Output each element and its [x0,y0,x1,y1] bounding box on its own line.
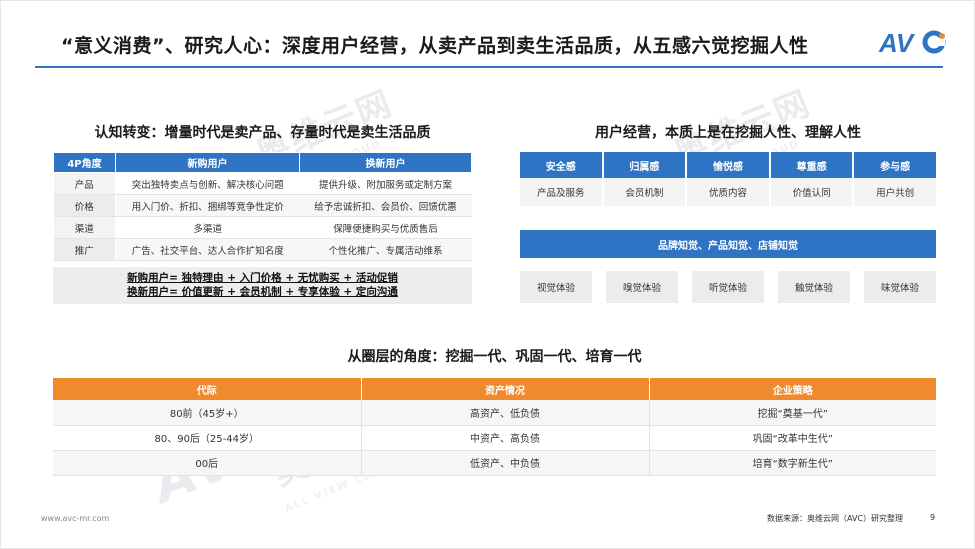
right-section-title: 用户经营，本质上是在挖掘人性、理解人性 [595,125,861,141]
table-cell: 广告、社交平台、达人合作扩知名度 [115,238,300,261]
title-divider [35,66,943,68]
table-header: 企业策略 [649,378,936,400]
bottom-section-title: 从圈层的角度：挖掘一代、巩固一代、培育一代 [347,349,642,365]
table-cell: 突出独特卖点与创新、解决核心问题 [115,172,300,195]
table-cell: 80、90后（25-44岁） [53,425,362,451]
perception-banner: 品牌知觉、产品知觉、店铺知觉 [520,230,936,258]
senses-row: 视觉体验 嗅觉体验 听觉体验 触觉体验 味觉体验 [520,271,936,303]
needs-header: 尊重感 [770,152,855,178]
row-key: 产品 [53,172,116,195]
page-number: 9 [930,513,936,522]
table-row: 00后 低资产、中负债 培育“数字新生代” [53,450,936,476]
table-row: 产品 突出独特卖点与创新、解决核心问题 提供升级、附加服务或定制方案 [53,172,472,195]
table-cell: 给予忠诚折扣、会员价、回馈优惠 [299,194,472,217]
svg-text:AV: AV [878,28,916,57]
table-cell: 培育“数字新生代” [649,450,936,476]
needs-header: 安全感 [520,152,604,178]
table-cell: 用入门价、折扣、捆绑等竞争性定价 [115,194,300,217]
table-cell: 挖掘“奠基一代” [649,400,936,426]
formula-renew-users: 换新用户= 价值更新 + 会员机制 + 专享体验 + 定向沟通 [127,286,398,298]
sense-box: 触觉体验 [778,271,850,303]
row-key: 推广 [53,238,116,261]
table-row: 价格 用入门价、折扣、捆绑等竞争性定价 给予忠诚折扣、会员价、回馈优惠 [53,194,472,217]
table-cell: 保障便捷购买与优质售后 [299,216,472,239]
table-cell: 巩固“改革中生代” [649,425,936,451]
table-cell: 低资产、中负债 [361,450,650,476]
needs-header: 归属感 [603,152,688,178]
needs-value: 价值认同 [770,178,855,206]
table-header: 资产情况 [361,378,650,400]
row-key: 渠道 [53,216,116,239]
table-cell: 提供升级、附加服务或定制方案 [299,172,472,195]
table-header: 4P角度 [53,152,116,173]
needs-value: 会员机制 [603,178,688,206]
formula-new-users: 新购用户= 独特理由 + 入门价格 + 无忧购买 + 活动促销 [127,272,398,284]
table-header: 代际 [53,378,362,400]
avc-logo-icon: AV [877,27,947,57]
table-header: 新购用户 [114,152,301,173]
needs-header: 愉悦感 [687,152,771,178]
table-cell: 80前（45岁+） [53,400,362,426]
footer-source: 数据来源：奥维云网（AVC）研究整理 [767,514,904,523]
needs-value: 用户共创 [854,178,936,206]
table-cell: 00后 [53,450,362,476]
table-header: 换新用户 [299,152,472,173]
row-key: 价格 [53,194,116,217]
table-row: 80前（45岁+） 高资产、低负债 挖掘“奠基一代” [53,400,936,426]
sense-box: 视觉体验 [520,271,592,303]
4p-comparison-table: 4P角度 新购用户 换新用户 产品 突出独特卖点与创新、解决核心问题 提供升级、… [53,152,472,261]
table-row: 渠道 多渠道 保障便捷购买与优质售后 [53,216,472,239]
formula-summary: 新购用户= 独特理由 + 入门价格 + 无忧购买 + 活动促销 换新用户= 价值… [53,267,472,304]
table-cell: 中资产、高负债 [361,425,650,451]
needs-value: 优质内容 [687,178,771,206]
left-section-title: 认知转变：增量时代是卖产品、存量时代是卖生活品质 [94,125,431,141]
table-row: 推广 广告、社交平台、达人合作扩知名度 个性化推广、专属活动维系 [53,238,472,261]
needs-header-row: 安全感 归属感 愉悦感 尊重感 参与感 [520,152,936,178]
needs-value-row: 产品及服务 会员机制 优质内容 价值认同 用户共创 [520,178,936,206]
needs-header: 参与感 [854,152,936,178]
sense-box: 听觉体验 [692,271,764,303]
slide: 奥维云网 ALL VIEW CLOUD 奥维云网 ALL VIEW CLOUD … [0,0,975,549]
table-cell: 高资产、低负债 [361,400,650,426]
table-cell: 多渠道 [115,216,300,239]
generation-table: 代际 资产情况 企业策略 80前（45岁+） 高资产、低负债 挖掘“奠基一代” … [53,378,936,476]
table-cell: 个性化推广、专属活动维系 [299,238,472,261]
footer-website: www.avc-mr.com [41,514,110,523]
sense-box: 嗅觉体验 [606,271,678,303]
slide-title: “意义消费”、研究人心：深度用户经营，从卖产品到卖生活品质，从五感六觉挖掘人性 [61,35,809,57]
table-row: 80、90后（25-44岁） 中资产、高负债 巩固“改革中生代” [53,425,936,451]
needs-value: 产品及服务 [520,178,604,206]
sense-box: 味觉体验 [864,271,936,303]
